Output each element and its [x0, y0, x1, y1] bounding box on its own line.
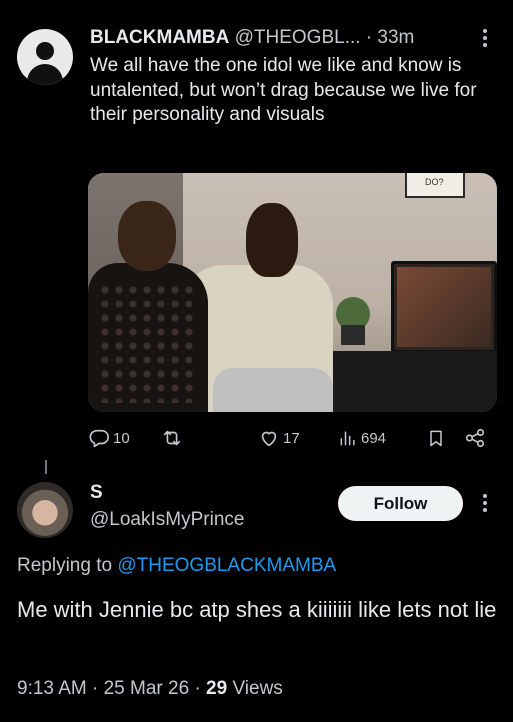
- reply-views-count: 29: [206, 678, 228, 699]
- bookmark-icon: [430, 430, 442, 447]
- reply-author-avatar[interactable]: [17, 482, 73, 538]
- person-head: [246, 203, 298, 277]
- views-icon: [340, 431, 355, 446]
- more-dot: [483, 43, 487, 47]
- reply-views-label: Views: [232, 678, 283, 699]
- replying-to-label: Replying to: [17, 555, 113, 576]
- default-avatar-head: [36, 42, 54, 60]
- tweet-header: BLACKMAMBA @THEOGBL... · 33m: [90, 27, 414, 49]
- header-separator: ·: [365, 27, 373, 48]
- more-icon[interactable]: [478, 492, 492, 514]
- tweet-media-video[interactable]: DO?: [88, 173, 497, 412]
- reply-author-handle[interactable]: @LoakIsMyPrince: [90, 509, 244, 531]
- meta-separator: ·: [194, 678, 201, 699]
- person-legs: [213, 368, 333, 412]
- more-dot: [483, 29, 487, 33]
- retweet-icon: [163, 430, 181, 446]
- bookmark-button[interactable]: [426, 424, 446, 452]
- reply-text: Me with Jennie bc atp shes a kiiiiiii li…: [17, 597, 497, 622]
- media-plant-pot: [341, 325, 365, 345]
- default-avatar-body: [27, 64, 63, 85]
- more-dot: [483, 508, 487, 512]
- like-icon: [261, 431, 277, 447]
- media-desk: [318, 351, 497, 412]
- reply-metadata: 9:13 AM · 25 Mar 26 · 29 Views: [17, 678, 283, 700]
- reply-date[interactable]: 25 Mar 26: [104, 678, 190, 699]
- retweet-button[interactable]: [160, 424, 184, 452]
- more-dot: [483, 501, 487, 505]
- thread-connector-line: [45, 460, 47, 474]
- author-avatar[interactable]: [17, 29, 73, 85]
- tweet-time[interactable]: 33m: [377, 27, 414, 48]
- like-count: 17: [283, 429, 300, 447]
- follow-button[interactable]: Follow: [338, 486, 463, 521]
- more-icon[interactable]: [478, 27, 492, 49]
- share-icon: [465, 428, 485, 448]
- author-name[interactable]: BLACKMAMBA: [90, 27, 229, 48]
- media-tv: [391, 261, 497, 353]
- tweet-actions: 10 17 694: [0, 424, 513, 452]
- person-head: [118, 201, 176, 271]
- reply-count: 10: [113, 429, 130, 447]
- reply-time[interactable]: 9:13 AM: [17, 678, 87, 699]
- more-dot: [483, 494, 487, 498]
- share-button[interactable]: [464, 424, 486, 452]
- media-wall-frame: DO?: [405, 173, 465, 198]
- author-handle[interactable]: @THEOGBL...: [235, 27, 361, 48]
- meta-separator: ·: [92, 678, 99, 699]
- reply-author-name[interactable]: S: [90, 482, 103, 504]
- media-person-left: [88, 201, 208, 412]
- frame-text: DO?: [425, 177, 444, 187]
- reply-icon: [89, 429, 109, 448]
- reply-button[interactable]: 10: [88, 424, 130, 452]
- views-button[interactable]: 694: [338, 424, 386, 452]
- replying-to-mention[interactable]: @THEOGBLACKMAMBA: [117, 555, 336, 576]
- view-count: 694: [361, 429, 387, 447]
- media-tv-screen: [397, 267, 491, 347]
- like-button[interactable]: 17: [258, 424, 300, 452]
- more-dot: [483, 36, 487, 40]
- tweet-text: We all have the one idol we like and kno…: [90, 55, 477, 125]
- person-body: [88, 263, 208, 412]
- replying-to-line: Replying to @THEOGBLACKMAMBA: [17, 555, 336, 577]
